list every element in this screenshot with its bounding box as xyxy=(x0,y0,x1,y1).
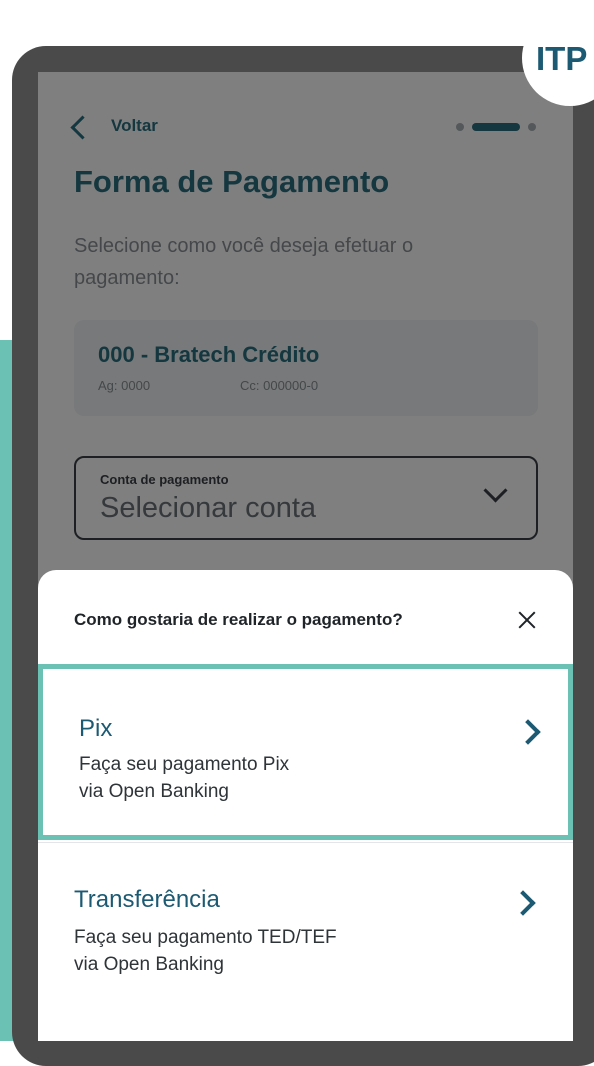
phone-screen: Voltar Forma de Pagamento Selecione como… xyxy=(38,72,573,1041)
option-desc-line2: via Open Banking xyxy=(79,781,229,802)
badge-text: ITP xyxy=(536,40,588,77)
payment-method-sheet: Como gostaria de realizar o pagamento? P… xyxy=(38,570,573,1041)
option-desc-line1: Faça seu pagamento TED/TEF xyxy=(74,927,337,948)
option-pix[interactable]: Pix Faça seu pagamento Pix via Open Bank… xyxy=(38,664,573,840)
option-desc-line2: via Open Banking xyxy=(74,954,224,975)
option-desc-line1: Faça seu pagamento Pix xyxy=(79,754,290,775)
close-icon[interactable] xyxy=(516,609,538,631)
option-title: Transferência xyxy=(74,886,220,913)
sheet-title: Como gostaria de realizar o pagamento? xyxy=(74,610,403,629)
option-title: Pix xyxy=(79,715,113,742)
chevron-right-icon xyxy=(515,719,541,745)
option-transfer[interactable]: Transferência Faça seu pagamento TED/TEF… xyxy=(38,842,573,1018)
chevron-right-icon xyxy=(510,890,536,916)
